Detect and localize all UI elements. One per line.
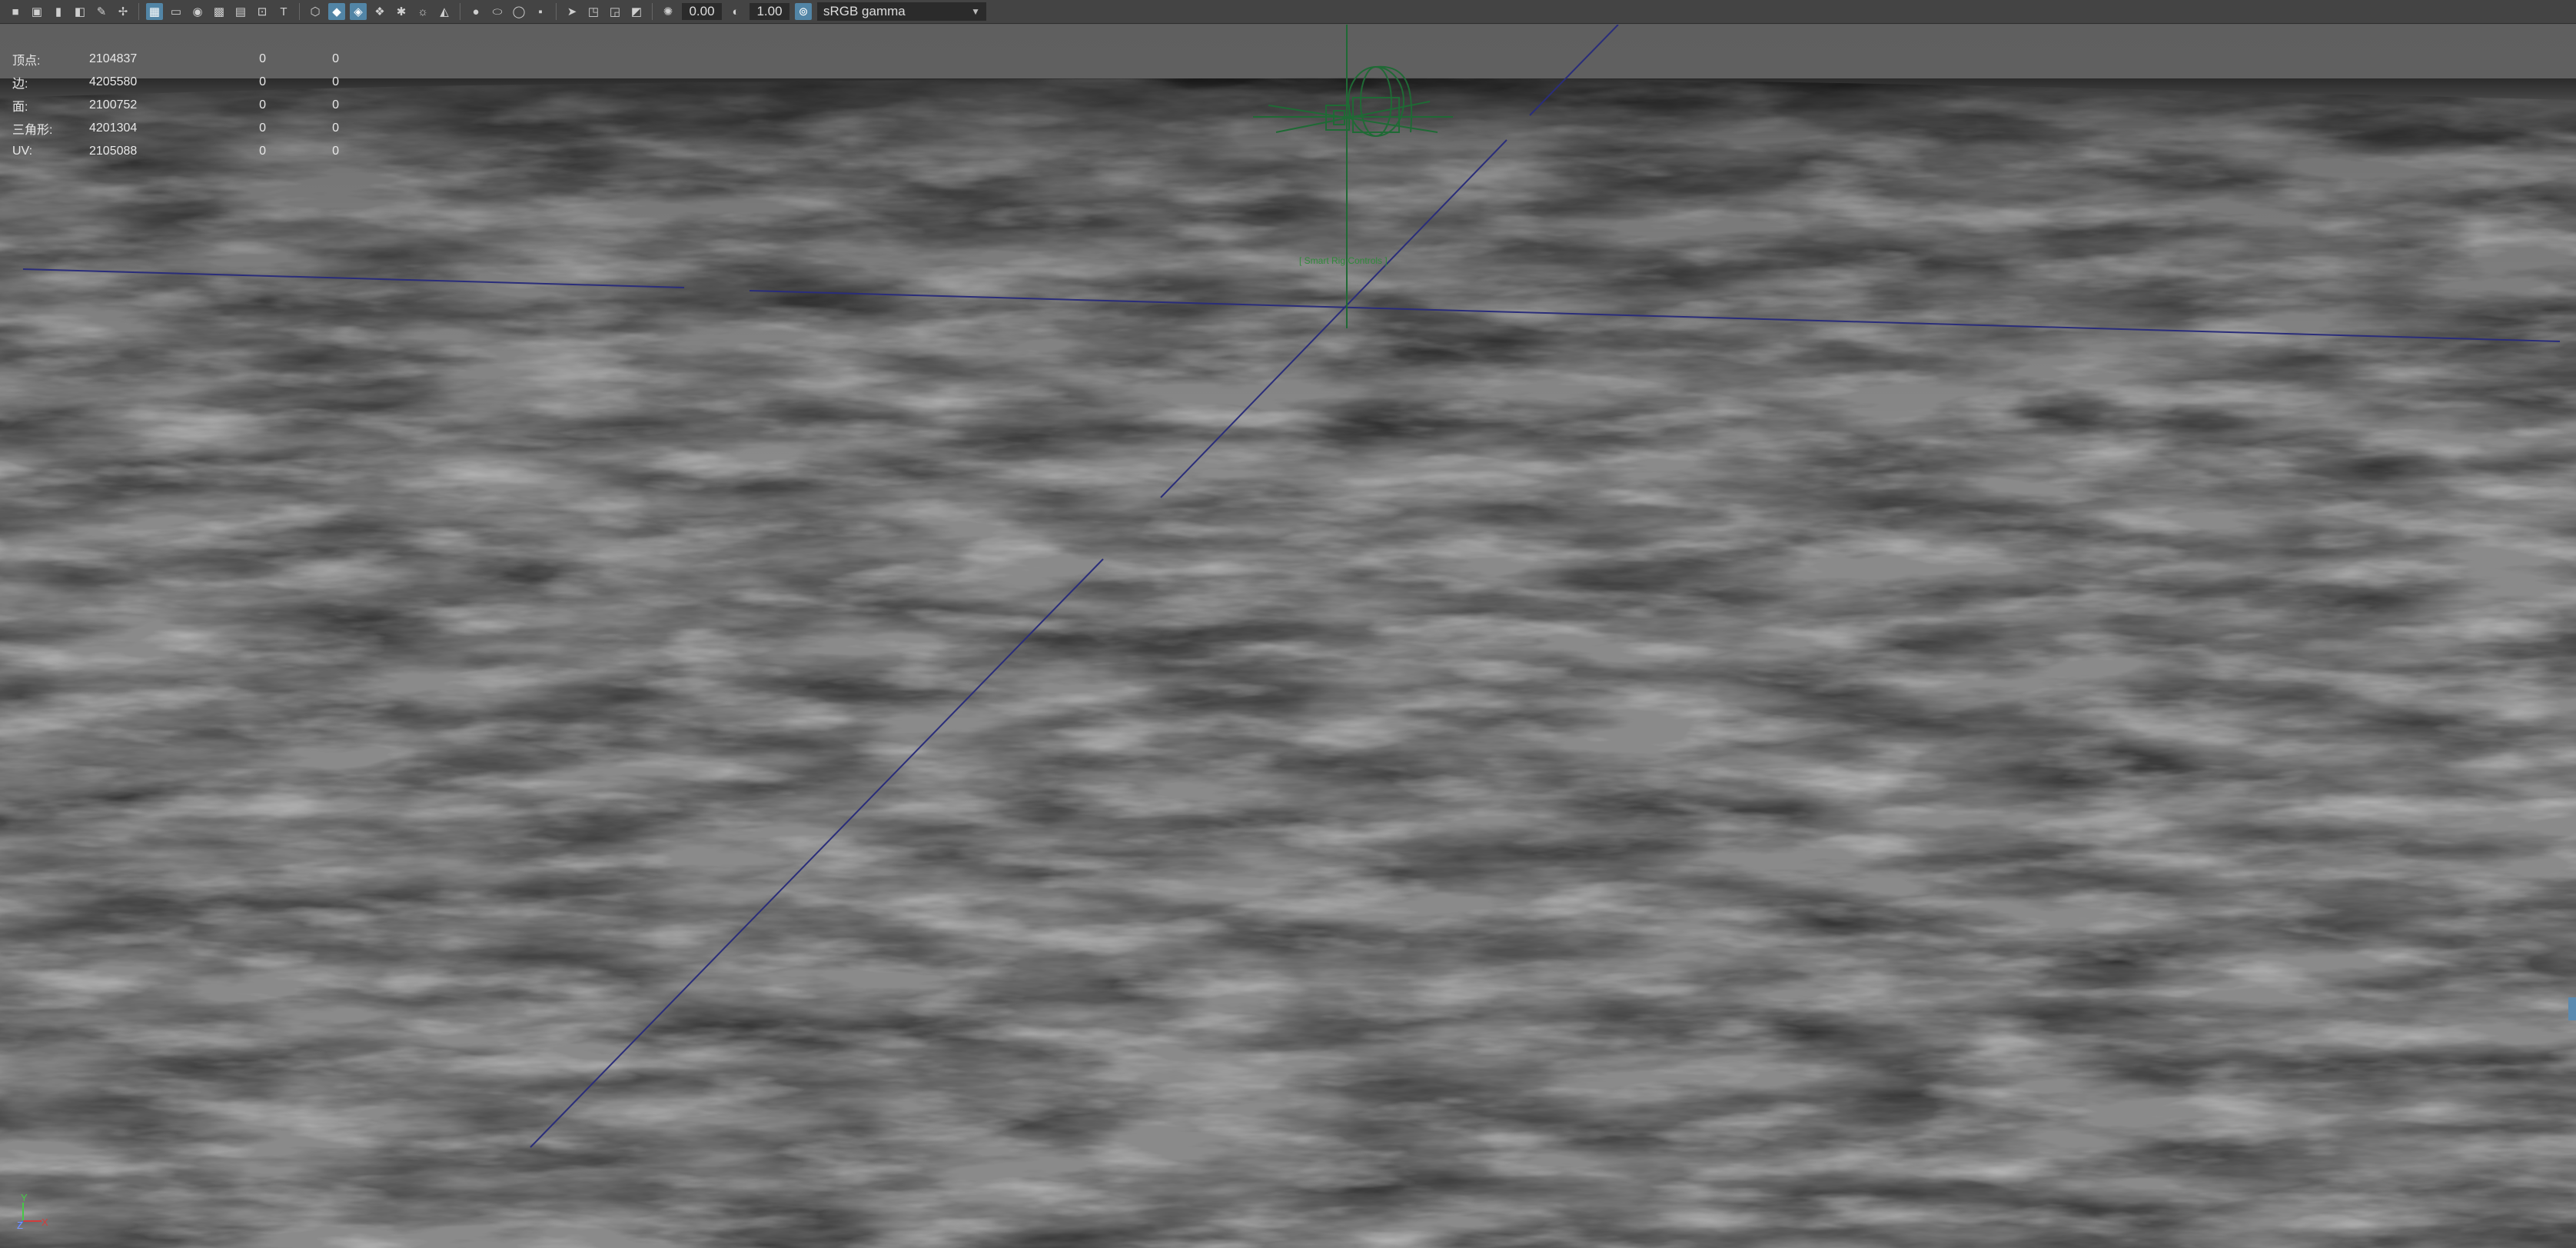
xray-joints-icon[interactable]: ◳: [585, 3, 602, 20]
wireframe-icon[interactable]: ⬡: [307, 3, 324, 20]
xray-components-icon[interactable]: ◲: [607, 3, 623, 20]
hud-value: 2100752: [89, 98, 138, 111]
poly-count-hud: 顶点: 2104837 0 0 边: 4205580 0 0 面: 210075…: [12, 48, 339, 163]
motion-blur-icon[interactable]: ●: [467, 3, 484, 20]
hud-component-value: 0: [332, 145, 339, 158]
hud-row-faces: 面: 2100752 0 0: [12, 94, 339, 117]
hud-row-edges: 边: 4205580 0 0: [12, 71, 339, 94]
camera-attributes-icon[interactable]: ▣: [28, 3, 45, 20]
gamma-icon[interactable]: ◐: [727, 3, 744, 20]
viewport-toolbar: ■ ▣ ▮ ◧ ✎ ✢ ▦ ▭ ◉ ▩ ▤ ⊡ T ⬡ ◆ ◈ ❖ ✱ ☼ ◭ …: [0, 0, 2576, 24]
image-plane-icon[interactable]: ◧: [71, 3, 88, 20]
safe-action-icon[interactable]: ⊡: [254, 3, 271, 20]
field-chart-icon[interactable]: ▤: [232, 3, 249, 20]
hud-selected-value: 0: [259, 121, 266, 135]
hud-label: UV:: [12, 145, 33, 158]
toolbar-separator: [556, 3, 557, 20]
x-axis-label: X: [42, 1216, 48, 1228]
perspective-viewport[interactable]: 顶点: 2104837 0 0 边: 4205580 0 0 面: 210075…: [0, 25, 2576, 1248]
isolate-select-icon[interactable]: ▪: [532, 3, 549, 20]
color-space-value: sRGB gamma: [823, 4, 906, 18]
grease-pencil-icon[interactable]: ✎: [93, 3, 110, 20]
camera-icon[interactable]: ■: [7, 3, 24, 20]
hud-row-uvs: UV: 2105088 0 0: [12, 140, 339, 163]
hud-selected-value: 0: [259, 52, 266, 65]
hud-value: 2104837: [89, 52, 138, 65]
depth-of-field-icon[interactable]: ◯: [510, 3, 527, 20]
exposure-field[interactable]: 0.00: [682, 3, 722, 20]
hud-value: 4205580: [89, 75, 138, 88]
ambient-occlusion-icon[interactable]: ◭: [436, 3, 453, 20]
bookmark-icon[interactable]: ▮: [50, 3, 67, 20]
2d-pan-zoom-icon[interactable]: ✢: [115, 3, 131, 20]
hud-component-value: 0: [332, 121, 339, 135]
y-axis-label: Y: [21, 1192, 28, 1203]
hud-row-vertices: 顶点: 2104837 0 0: [12, 48, 339, 71]
xray-icon[interactable]: ➤: [563, 3, 580, 20]
axis-gizmo: Y Z X: [17, 1192, 48, 1230]
toolbar-separator: [652, 3, 653, 20]
hud-component-value: 0: [332, 75, 339, 88]
smart-rig-label: [ Smart Rig Controls ]: [1299, 255, 1388, 266]
hud-value: 2105088: [89, 145, 138, 158]
anti-aliasing-icon[interactable]: ⬭: [489, 3, 506, 20]
toolbar-separator: [138, 3, 139, 20]
hud-selected-value: 0: [259, 75, 266, 88]
chevron-down-icon: ▼: [971, 6, 980, 17]
hud-value: 4201304: [89, 121, 138, 135]
hud-label: 三角形:: [12, 124, 53, 137]
film-gate-icon[interactable]: ▭: [168, 3, 184, 20]
xray-active-icon[interactable]: ◩: [628, 3, 645, 20]
textured-icon[interactable]: ❖: [371, 3, 388, 20]
grid-icon[interactable]: ▦: [146, 3, 163, 20]
hud-label: 顶点:: [12, 55, 41, 68]
hud-component-value: 0: [332, 98, 339, 111]
wireframe-on-shaded-icon[interactable]: ◈: [350, 3, 367, 20]
hud-selected-value: 0: [259, 98, 266, 111]
resolution-gate-icon[interactable]: ◉: [189, 3, 206, 20]
hud-label: 面:: [12, 101, 28, 114]
gamma-field[interactable]: 1.00: [750, 3, 789, 20]
shadows-icon[interactable]: ☼: [414, 3, 431, 20]
exposure-icon[interactable]: ✺: [660, 3, 676, 20]
viewport-scroll-handle[interactable]: [2568, 997, 2576, 1020]
hud-row-triangles: 三角形: 4201304 0 0: [12, 117, 339, 140]
smooth-shade-icon[interactable]: ◆: [328, 3, 345, 20]
safe-title-icon[interactable]: T: [275, 3, 292, 20]
gate-mask-icon[interactable]: ▩: [211, 3, 228, 20]
hud-component-value: 0: [332, 52, 339, 65]
z-axis-label: Z: [17, 1220, 23, 1230]
color-space-dropdown[interactable]: sRGB gamma ▼: [817, 2, 986, 21]
use-all-lights-icon[interactable]: ✱: [393, 3, 410, 20]
terrain-mesh: [0, 25, 2576, 1248]
hud-label: 边:: [12, 78, 28, 91]
toolbar-separator: [299, 3, 300, 20]
hud-selected-value: 0: [259, 145, 266, 158]
color-management-icon[interactable]: ⊚: [795, 3, 812, 20]
horizon-haze: [0, 78, 2576, 463]
